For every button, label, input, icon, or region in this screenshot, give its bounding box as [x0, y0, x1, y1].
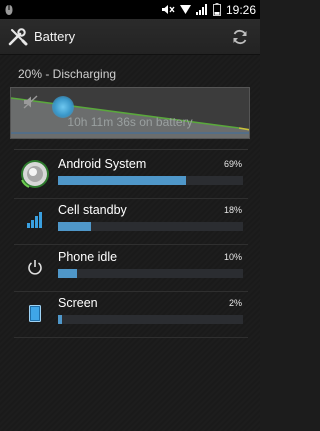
mute-icon — [161, 4, 175, 15]
usage-item-android-system[interactable]: Android System 69% — [0, 153, 260, 199]
battery-graph[interactable]: 10h 11m 36s on battery — [10, 87, 250, 139]
power-icon — [18, 250, 52, 284]
divider — [14, 149, 248, 150]
usage-bar-track — [58, 315, 243, 324]
usage-bar-track — [58, 269, 243, 278]
divider — [14, 337, 248, 338]
usage-item-percent: 69% — [223, 159, 242, 169]
usage-item-label: Phone idle — [58, 250, 118, 264]
battery-graph-plot — [11, 97, 249, 138]
usage-item-label: Screen — [58, 296, 98, 310]
wifi-icon — [179, 4, 191, 15]
battery-content: 20% - Discharging 10h 11m 36s on battery — [0, 55, 260, 431]
signal-icon — [195, 4, 208, 15]
usage-bar-fill — [58, 176, 186, 185]
divider — [14, 244, 248, 245]
usage-bar-fill — [58, 222, 92, 231]
usage-item-label: Cell standby — [58, 203, 127, 217]
usage-bar-fill — [58, 269, 77, 278]
usage-item-cell-standby[interactable]: Cell standby 18% — [0, 199, 260, 245]
mute-icon — [23, 95, 39, 114]
usage-bar-track — [58, 176, 243, 185]
refresh-icon — [233, 29, 247, 44]
usage-item-percent: 18% — [223, 205, 242, 215]
battery-status: 20% - Discharging — [18, 67, 117, 81]
page-title: Battery — [34, 29, 76, 44]
usage-item-screen[interactable]: Screen 2% — [0, 292, 260, 338]
cell-signal-icon — [18, 203, 52, 237]
battery-icon — [212, 3, 221, 16]
refresh-button[interactable] — [228, 25, 252, 49]
usage-item-label: Android System — [58, 157, 147, 171]
clock: 19:26 — [225, 2, 256, 17]
status-bar: 19:26 — [0, 0, 260, 19]
usage-bar-fill — [58, 315, 62, 324]
usage-item-phone-idle[interactable]: Phone idle 10% — [0, 246, 260, 292]
action-bar: Battery — [0, 19, 260, 55]
wrench-screwdriver-icon[interactable] — [8, 27, 28, 47]
usage-bar-track — [58, 222, 243, 231]
time-on-battery: 10h 11m 36s on battery — [67, 115, 193, 129]
android-system-icon — [18, 157, 52, 191]
usage-item-percent: 2% — [228, 298, 242, 308]
usage-item-percent: 10% — [223, 252, 242, 262]
screen-icon — [18, 296, 52, 330]
usb-debug-icon — [4, 4, 14, 16]
